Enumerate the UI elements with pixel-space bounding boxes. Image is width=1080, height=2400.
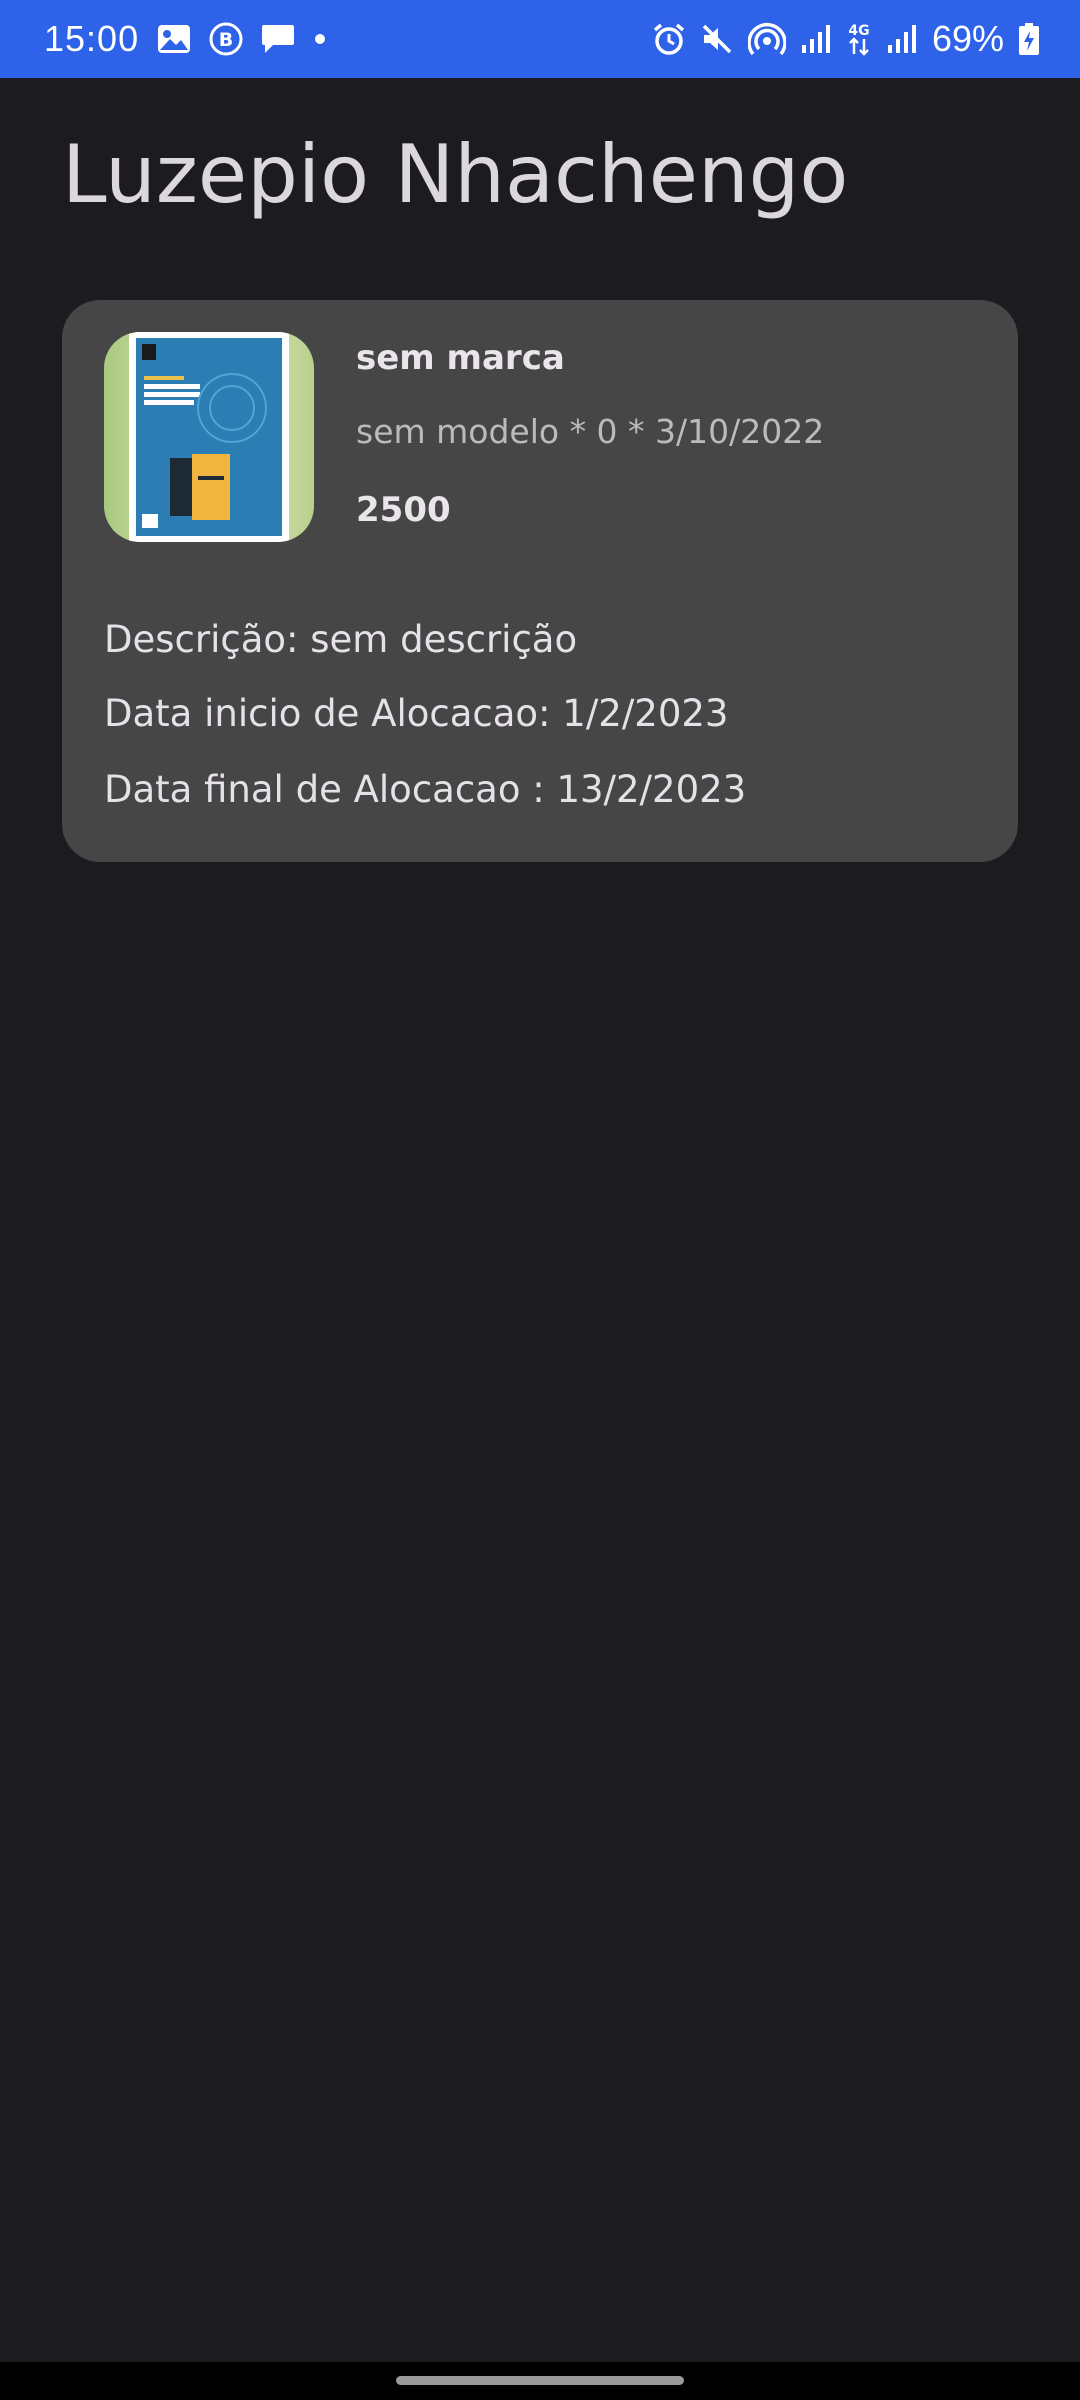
item-thumbnail bbox=[104, 332, 314, 542]
allocation-card[interactable]: sem marca sem modelo * 0 * 3/10/2022 250… bbox=[62, 300, 1018, 862]
network-label: 4G bbox=[848, 23, 869, 39]
battery-icon bbox=[1018, 22, 1040, 56]
item-price: 2500 bbox=[356, 490, 451, 530]
item-model-line: sem modelo * 0 * 3/10/2022 bbox=[356, 412, 825, 451]
magazine-cover-image bbox=[136, 338, 282, 536]
message-icon bbox=[261, 23, 295, 55]
svg-text:B: B bbox=[219, 29, 233, 51]
lte-4g-icon: 4G bbox=[846, 21, 872, 57]
item-brand: sem marca bbox=[356, 338, 565, 378]
signal-icon bbox=[800, 23, 832, 55]
status-bar-left: 15:00 B bbox=[44, 0, 327, 78]
mute-icon bbox=[700, 22, 734, 56]
allocation-end-date: Data final de Alocacao : 13/2/2023 bbox=[104, 768, 747, 811]
allocation-start-date: Data inicio de Alocacao: 1/2/2023 bbox=[104, 692, 729, 735]
status-bar-right: 4G 69% bbox=[652, 0, 1040, 78]
gallery-icon bbox=[157, 24, 191, 54]
status-time: 15:00 bbox=[44, 18, 140, 59]
signal-2-icon bbox=[886, 23, 918, 55]
gesture-handle[interactable] bbox=[396, 2376, 684, 2385]
alarm-icon bbox=[652, 22, 686, 56]
battery-percent: 69% bbox=[931, 18, 1004, 59]
status-bar: 15:00 B 4G 69% bbox=[0, 0, 1080, 78]
hotspot-icon bbox=[747, 22, 786, 56]
item-description: Descrição: sem descrição bbox=[104, 618, 578, 661]
gesture-nav-bar bbox=[0, 2362, 1080, 2400]
b-badge-icon: B bbox=[209, 22, 243, 56]
dot-icon bbox=[313, 32, 327, 46]
page-title: Luzepio Nhachengo bbox=[62, 128, 849, 221]
